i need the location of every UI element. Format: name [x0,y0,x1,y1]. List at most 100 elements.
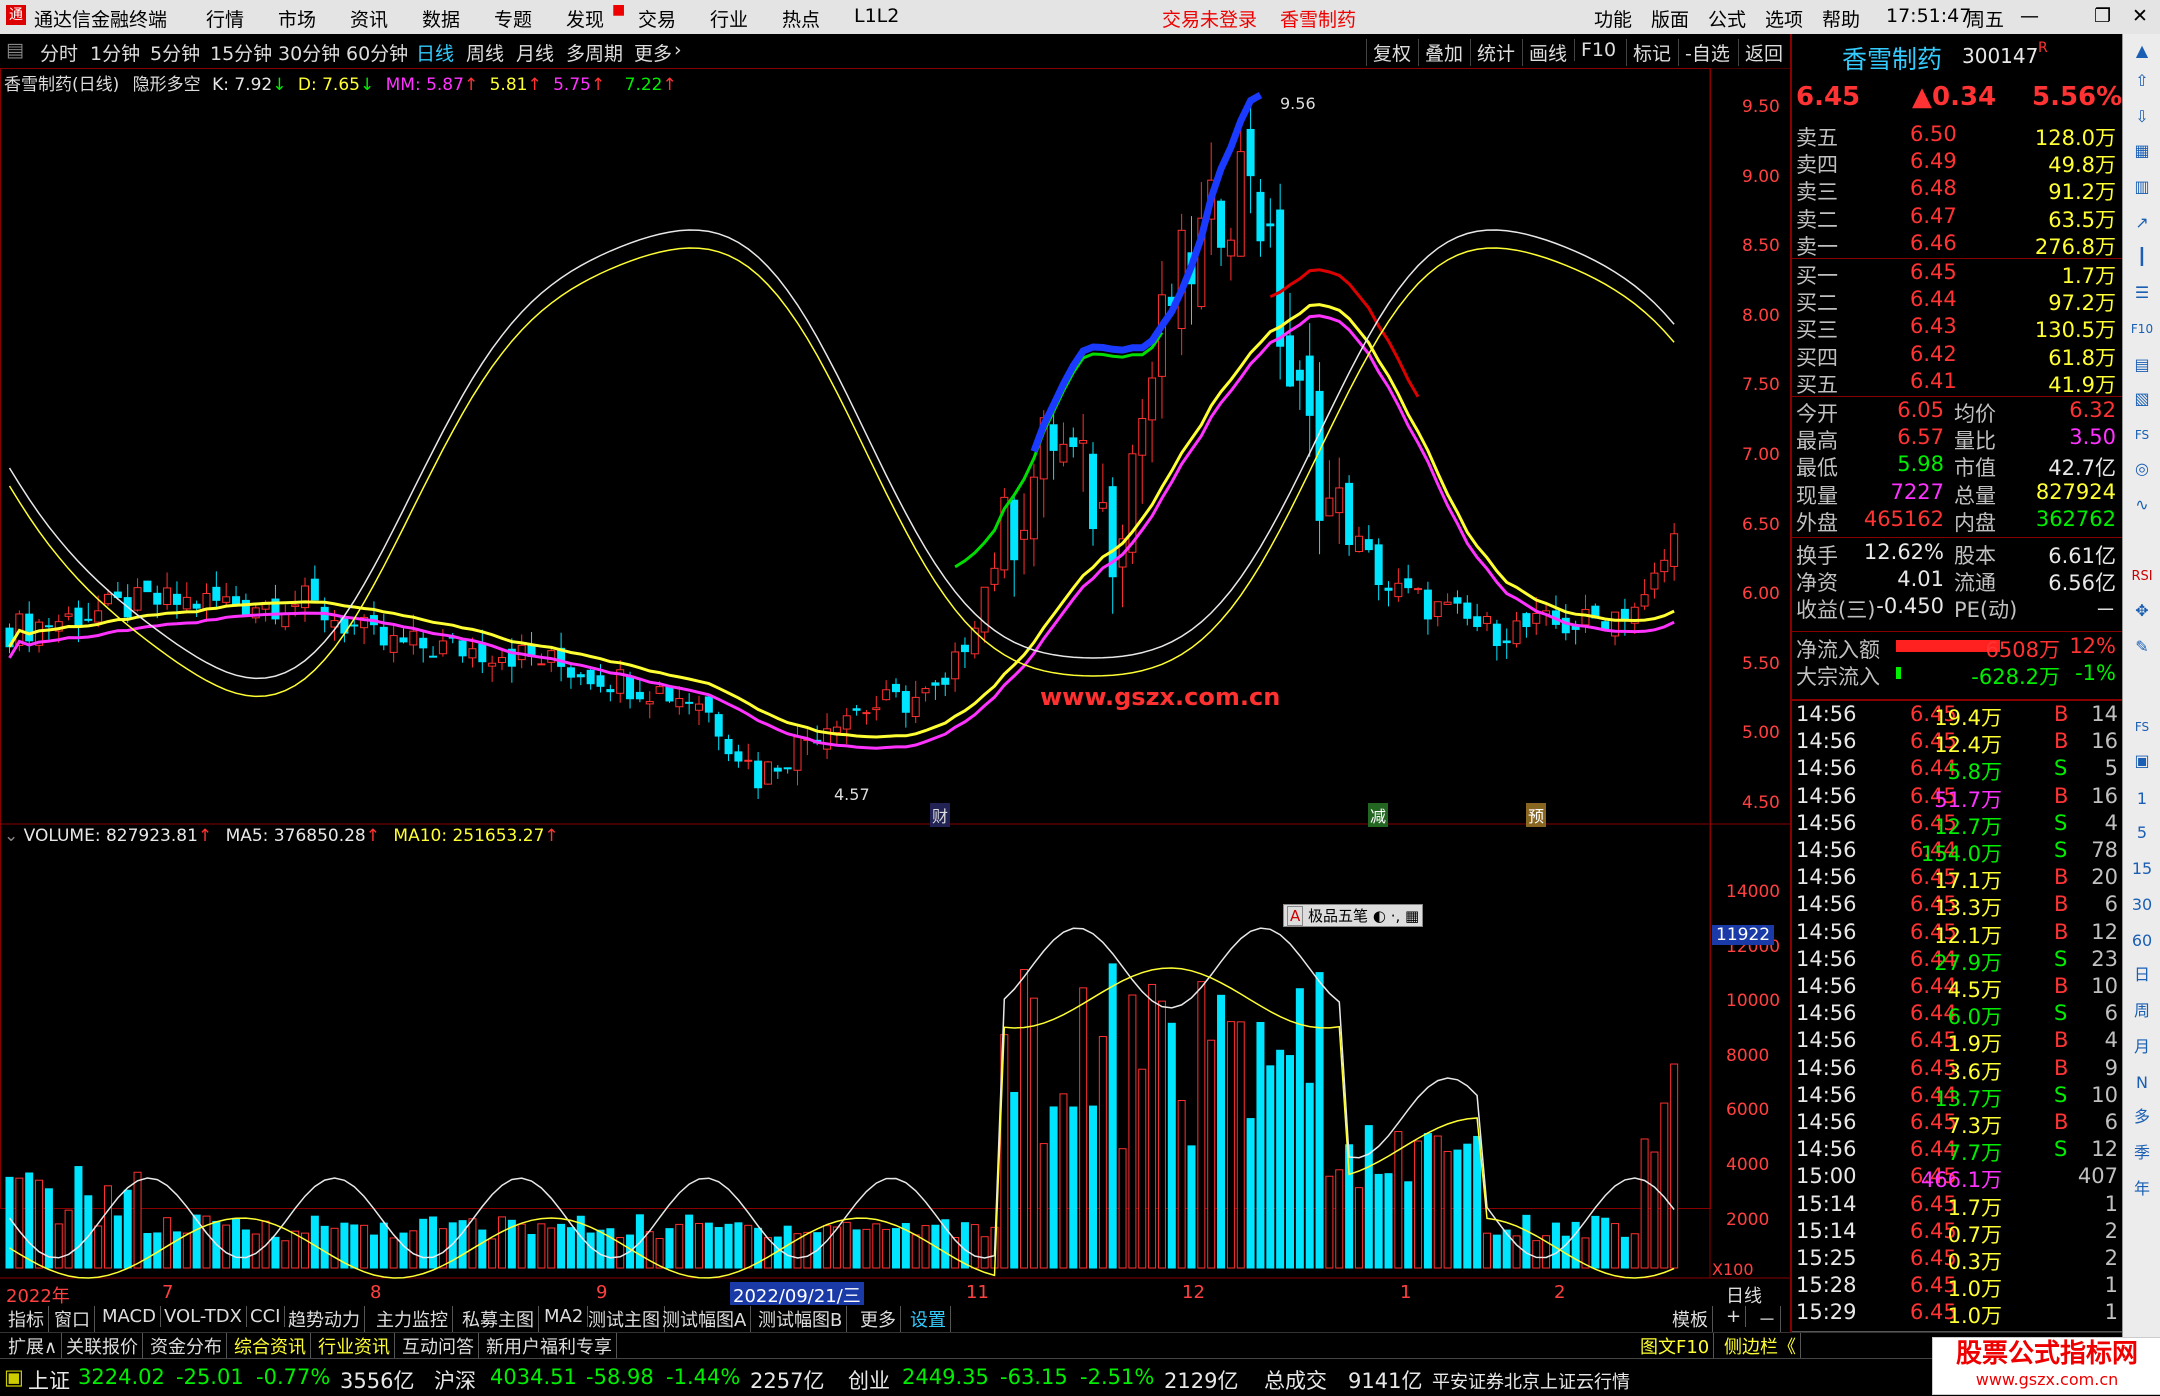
ask-row[interactable]: 卖一 6.46 276.8万 [1792,231,2122,259]
bar-chart-icon[interactable]: ▥ [2129,174,2155,200]
indicator-tab[interactable]: VOL-TDX [160,1306,247,1327]
move-icon[interactable]: ✥ [2129,598,2155,624]
ask-row[interactable]: 卖三 6.48 91.2万 [1792,176,2122,204]
menu-item-market[interactable]: 市场 [278,5,316,32]
draw-line-button[interactable]: 画线 [1522,39,1573,66]
indicator-tab[interactable]: 更多 [856,1306,901,1332]
ime-punct-icon[interactable]: ·, [1391,907,1401,925]
list-icon[interactable]: ☰ [2129,280,2155,306]
indicator-tab[interactable]: 私募主图 [458,1306,539,1332]
period-year-button[interactable]: 年 [2129,1176,2155,1202]
panel-control-button[interactable]: － [1754,1306,1781,1332]
bid-row[interactable]: 买三 6.43 130.5万 [1792,314,2122,342]
period-multi-button[interactable]: 多 [2129,1104,2155,1130]
tab-30min[interactable]: 30分钟 [278,39,340,66]
table-icon[interactable]: ▦ [2129,138,2155,164]
collapse-icon[interactable]: ⌄ [4,826,18,846]
indicator-tab[interactable]: MACD [98,1306,161,1327]
period-month-button[interactable]: 月 [2129,1034,2155,1060]
event-marker-reduce[interactable]: 减 [1368,803,1389,827]
price-chart[interactable] [0,68,1790,1293]
tab-60min[interactable]: 60分钟 [346,39,408,66]
chart-area[interactable]: 香雪制药(日线) 隐形多空 K: 7.92↓ D: 7.65↓ MM: 5.87… [0,68,1790,1308]
tab-15min[interactable]: 15分钟 [210,39,272,66]
extension-tab[interactable]: 资金分布 [146,1333,227,1359]
menu-item-news[interactable]: 资讯 [350,5,388,32]
sidebar-toggle[interactable]: 侧边栏《 [1720,1333,1801,1359]
bid-row[interactable]: 买一 6.45 1.7万 [1792,260,2122,288]
period-1-button[interactable]: 1 [2129,786,2155,812]
indicator-tab[interactable]: 设置 [906,1306,951,1332]
tab-monthly[interactable]: 月线 [516,39,554,66]
f10-button[interactable]: F10 [1574,39,1622,61]
menu-item-formula[interactable]: 公式 [1708,5,1746,32]
indicator-tab[interactable]: 测试幅图B [754,1306,848,1332]
mark-button[interactable]: 标记 [1626,39,1677,66]
rsi-icon[interactable]: RSI [2129,564,2155,590]
event-marker-earnings[interactable]: 财 [930,803,951,827]
arrow-up-icon[interactable]: ⇧ [2129,68,2155,94]
statistics-button[interactable]: 统计 [1470,39,1521,66]
tab-daily[interactable]: 日线 [416,39,454,66]
menu-item-topics[interactable]: 专题 [494,5,532,32]
bid-row[interactable]: 买五 6.41 41.9万 [1792,369,2122,397]
ask-row[interactable]: 卖五 6.50 128.0万 [1792,122,2122,150]
status-icon[interactable]: ▣ [4,1365,24,1389]
menu-item-l1l2[interactable]: L1L2 [854,5,899,27]
ime-moon-icon[interactable]: ◐ [1373,907,1386,925]
period-15-button[interactable]: 15 [2129,856,2155,882]
extension-tab[interactable]: 互动问答 [398,1333,479,1359]
up-arrow-icon[interactable]: ▲ [2129,38,2155,64]
ask-row[interactable]: 卖二 6.47 63.5万 [1792,204,2122,232]
bid-row[interactable]: 买二 6.44 97.2万 [1792,287,2122,315]
tab-more[interactable]: 更多 [634,39,672,66]
fs-indicator-icon[interactable]: FS [2129,714,2155,740]
doc-icon[interactable]: ▣ [2129,748,2155,774]
bid-row[interactable]: 买四 6.42 61.8万 [1792,342,2122,370]
period-week-button[interactable]: 周 [2129,998,2155,1024]
period-day-button[interactable]: 日 [2129,962,2155,988]
event-marker-forecast[interactable]: 预 [1526,803,1547,827]
chart-icon[interactable]: ▧ [2129,386,2155,412]
ime-a-icon[interactable]: A [1287,906,1304,926]
f10-icon[interactable]: F10 [2129,316,2155,342]
pen-icon[interactable]: ✎ [2129,634,2155,660]
menu-item-options[interactable]: 选项 [1765,5,1803,32]
menu-item-help[interactable]: 帮助 [1822,5,1860,32]
ask-row[interactable]: 卖四 6.49 49.8万 [1792,149,2122,177]
indicator-tab[interactable]: 指标 [4,1306,49,1332]
panel-control-button[interactable]: + [1722,1306,1747,1327]
menu-item-trade[interactable]: 交易 [638,5,676,32]
fs-icon[interactable]: FS [2129,422,2155,448]
compass-icon[interactable]: ◎ [2129,456,2155,482]
tab-multi[interactable]: 多周期 [566,39,623,66]
menu-item-discover[interactable]: 发现 [566,5,604,32]
line-chart-icon[interactable]: ↗ [2129,210,2155,236]
extension-tab[interactable]: 综合资讯 [230,1333,311,1359]
extension-tab[interactable]: 行业资讯 [314,1333,395,1359]
back-button[interactable]: 返回 [1738,39,1789,66]
tab-weekly[interactable]: 周线 [466,39,504,66]
menu-item-hot[interactable]: 热点 [782,5,820,32]
arrow-down-icon[interactable]: ⇩ [2129,104,2155,130]
restore-icon[interactable]: ❐ [2094,5,2111,27]
overlay-button[interactable]: 叠加 [1418,39,1469,66]
ime-keyboard-icon[interactable]: ▦ [1405,907,1419,925]
indicator-tab[interactable]: MA2 [540,1306,589,1327]
login-status[interactable]: 交易未登录 [1162,5,1257,32]
indicator-tab[interactable]: 趋势动力 [284,1306,365,1332]
panel-control-button[interactable]: 模板 [1668,1306,1713,1332]
period-60-button[interactable]: 60 [2129,928,2155,954]
indicator-tab[interactable]: 测试主图 [584,1306,665,1332]
f10-link[interactable]: 图文F10 [1636,1333,1715,1359]
period-5-button[interactable]: 5 [2129,820,2155,846]
menu-item-quotes[interactable]: 行情 [206,5,244,32]
period-quarter-button[interactable]: 季 [2129,1140,2155,1166]
period-n-button[interactable]: N [2129,1070,2155,1096]
restore-rights-button[interactable]: 复权 [1366,39,1417,66]
extension-tab[interactable]: 扩展∧ [4,1333,63,1359]
wave-icon[interactable]: ∿ [2129,492,2155,518]
tab-timeshare[interactable]: 分时 [40,39,78,66]
remove-watchlist-button[interactable]: -自选 [1678,39,1736,66]
menu-item-layout[interactable]: 版面 [1651,5,1689,32]
